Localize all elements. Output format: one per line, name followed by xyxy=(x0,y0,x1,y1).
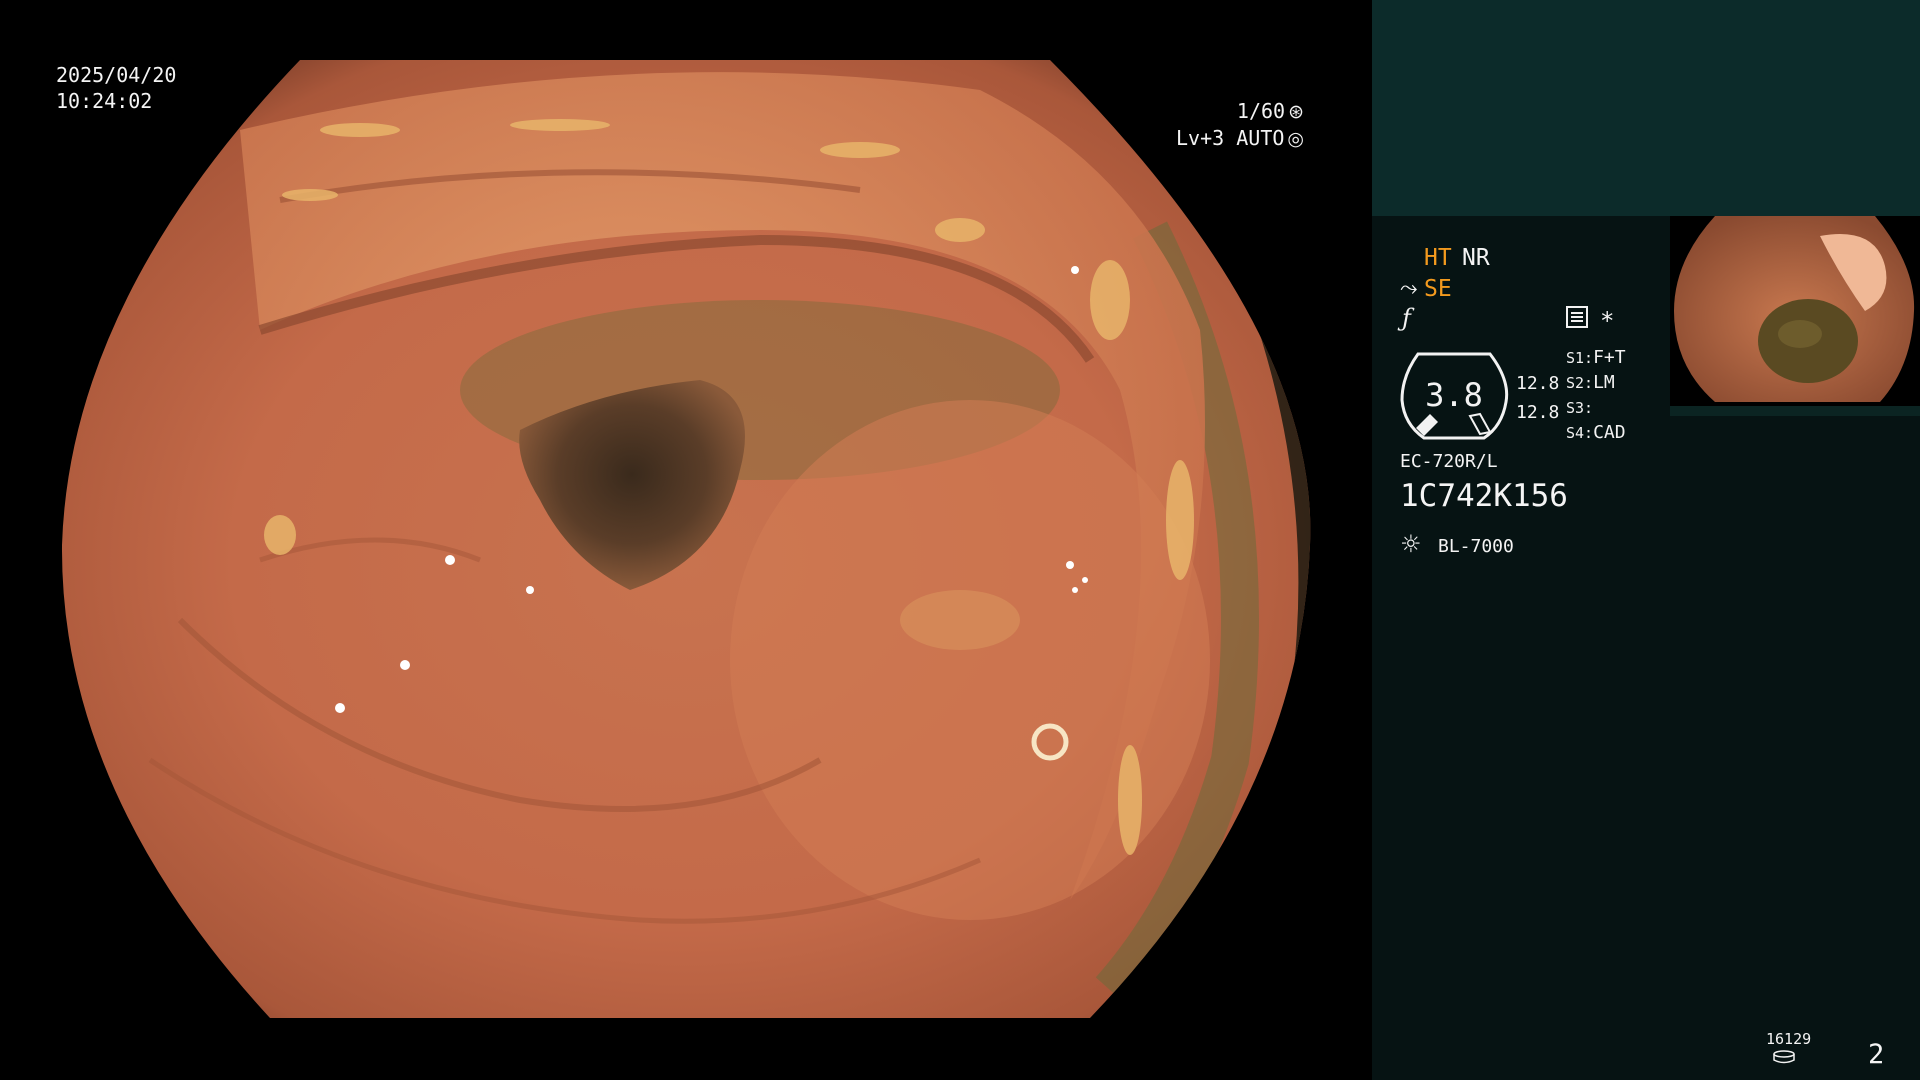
switch-row: S2:LM xyxy=(1566,372,1626,397)
switch-key: S2: xyxy=(1566,374,1594,392)
switch-key: S3: xyxy=(1566,399,1594,417)
switch-key: S1: xyxy=(1566,349,1594,367)
light-source: BL-7000 xyxy=(1438,536,1514,557)
exposure-level: Lv+3 xyxy=(1176,126,1225,150)
ht-indicator: HT xyxy=(1424,245,1452,271)
thumbnail-image xyxy=(1674,216,1915,402)
target-icon: ◎ xyxy=(1287,128,1304,150)
left-value-1: 12.8 xyxy=(1516,373,1560,394)
switch-value: CAD xyxy=(1593,422,1626,443)
page-number: 2 xyxy=(1868,1039,1885,1070)
iris-indicator: 3.8 xyxy=(1398,350,1510,440)
endoscopic-image xyxy=(61,60,1311,1018)
date-time: 2025/04/20 10:24:02 xyxy=(56,62,176,114)
shutter-speed: 1/60 xyxy=(1236,99,1286,123)
switch-row: S3: xyxy=(1566,397,1626,422)
date-label: 2025/04/20 xyxy=(56,63,177,87)
scope-serial: 1C742K156 xyxy=(1400,478,1568,514)
captured-thumbnail[interactable] xyxy=(1670,216,1920,406)
aperture-icon: ⊛ xyxy=(1288,101,1304,123)
switch-row: S1:F+T xyxy=(1566,347,1626,372)
image-counter: 16129 xyxy=(1766,1030,1812,1048)
switch-row: S4:CAD xyxy=(1566,422,1626,447)
nr-indicator: NR xyxy=(1462,245,1490,271)
settings-list-icon xyxy=(1566,306,1588,328)
tilde-arrow-icon: ⤳ xyxy=(1400,276,1418,301)
iris-value: 3.8 xyxy=(1425,376,1483,414)
f-hook-icon: ƒ xyxy=(1402,304,1411,332)
switch-value: LM xyxy=(1593,372,1615,393)
exposure-mode: AUTO xyxy=(1236,126,1285,150)
thumbnail-caption-bar xyxy=(1670,406,1920,416)
time-label: 10:24:02 xyxy=(56,89,153,113)
sun-icon: ☼ xyxy=(1400,530,1422,558)
switch-value: F+T xyxy=(1593,347,1626,368)
se-indicator: SE xyxy=(1424,276,1452,302)
endoscope-video: 2025/04/20 10:24:02 1/60 ⊛ Lv+3 AUTO ◎ xyxy=(0,0,1372,1080)
panel-header-area xyxy=(1372,0,1920,216)
switch-key: S4: xyxy=(1566,424,1594,442)
switch-assignments: S1:F+T S2:LM S3: S4:CAD xyxy=(1566,347,1626,447)
asterisk-indicator: * xyxy=(1600,307,1615,335)
disk-icon xyxy=(1773,1050,1795,1064)
left-value-2: 12.8 xyxy=(1516,402,1560,423)
status-panel: HT NR ⤳ SE ƒ * 3.8 12.8 12.8 S1:F+T S2:L… xyxy=(1372,0,1920,1080)
scope-model: EC-720R/L xyxy=(1400,451,1498,472)
camera-info: 1/60 ⊛ Lv+3 AUTO ◎ xyxy=(1176,98,1304,152)
